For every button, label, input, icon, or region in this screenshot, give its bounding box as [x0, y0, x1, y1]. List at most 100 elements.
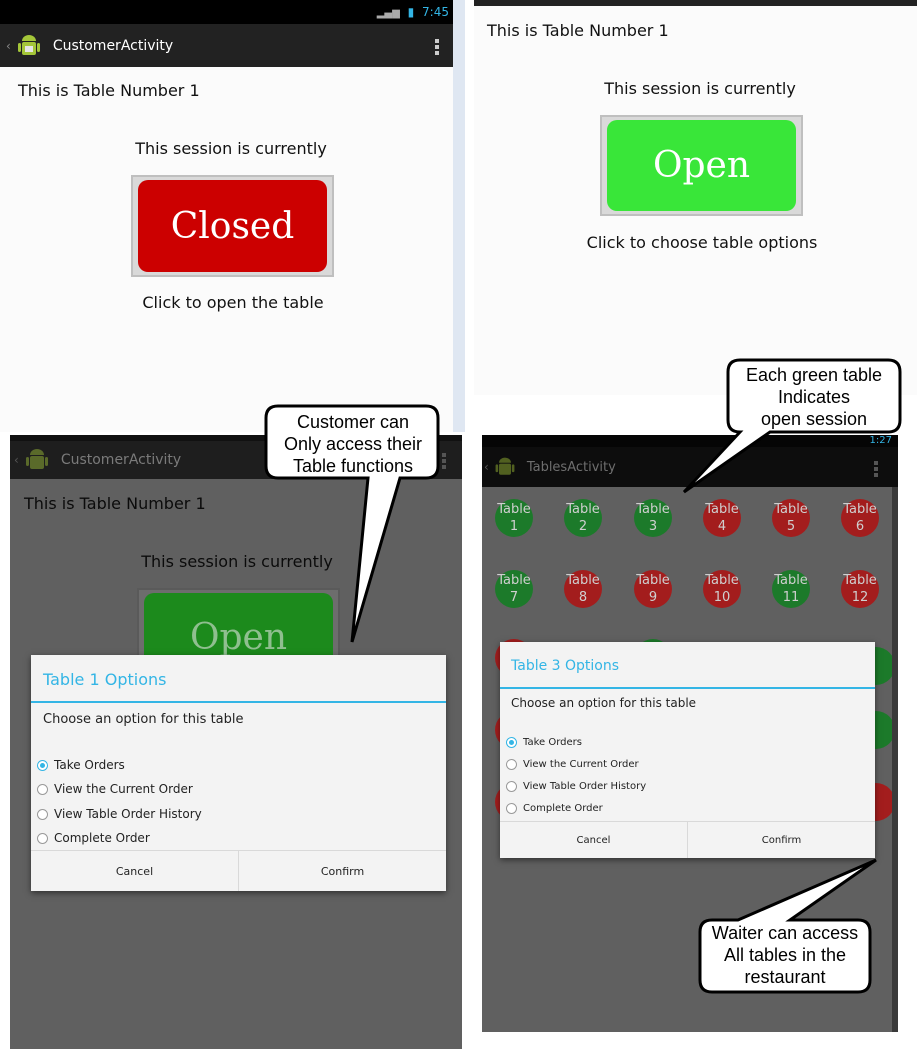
status-bar: ▂▄▆ ▮ 7:45 [0, 0, 453, 24]
table-word: Table [636, 573, 670, 588]
table-word: Table [566, 502, 600, 517]
customer-callout-text: Customer can Only access their Table fun… [268, 411, 438, 477]
table-word: Table [843, 502, 877, 517]
status-bar-edge [474, 0, 917, 6]
android-app-icon[interactable] [23, 446, 51, 474]
option-complete-order[interactable]: Complete Order [506, 803, 603, 814]
overflow-menu-icon[interactable] [435, 37, 439, 57]
radio-icon[interactable] [37, 832, 48, 844]
hint-label: Click to open the table [142, 293, 324, 312]
waiter-callout-text: Waiter can access All tables in the rest… [700, 922, 870, 988]
table-button-9[interactable]: Table 9 [634, 570, 672, 608]
callout-line: Each green table [745, 365, 883, 385]
screen-customer-closed: ▂▄▆ ▮ 7:45 ‹ CustomerActivity This is Ta… [0, 0, 453, 432]
right-edge-strip [892, 487, 898, 1032]
radio-icon[interactable] [506, 803, 517, 814]
callout-line: All tables in the [723, 945, 847, 965]
table-button-5[interactable]: Table 5 [772, 499, 810, 537]
option-take-orders[interactable]: Take Orders [37, 758, 125, 772]
session-label: This session is currently [604, 79, 796, 98]
table-button-2[interactable]: Table 2 [564, 499, 602, 537]
radio-icon[interactable] [506, 759, 517, 770]
table-word: Table [774, 502, 808, 517]
option-view-order-history[interactable]: View Table Order History [37, 807, 202, 821]
option-view-current-order[interactable]: View the Current Order [37, 782, 193, 796]
android-app-icon[interactable] [15, 32, 43, 60]
callout-line: Table functions [292, 456, 414, 476]
session-label: This session is currently [135, 139, 327, 158]
table-number: 3 [648, 519, 658, 534]
table-button-1[interactable]: Table 1 [495, 499, 533, 537]
radio-selected-icon[interactable] [37, 759, 48, 771]
dialog-message: Choose an option for this table [511, 696, 697, 710]
table-button-7[interactable]: Table 7 [495, 570, 533, 608]
dialog-title: Table 1 Options [43, 670, 167, 689]
table-number: 5 [786, 519, 796, 534]
option-view-order-history[interactable]: View Table Order History [506, 781, 646, 792]
table-number: 4 [717, 519, 727, 534]
table-button-10[interactable]: Table 10 [703, 570, 741, 608]
app-title: CustomerActivity [52, 37, 174, 54]
up-chevron-icon[interactable]: ‹ [6, 39, 11, 53]
table-word: Table [636, 502, 670, 517]
table-options-dialog: Table 1 Options Choose an option for thi… [31, 655, 446, 891]
table-word: Table [705, 502, 739, 517]
session-status-button[interactable]: Open [600, 115, 803, 216]
android-app-icon[interactable] [493, 455, 517, 479]
option-label: View Table Order History [523, 781, 647, 792]
option-view-current-order[interactable]: View the Current Order [506, 759, 639, 770]
table-number-label: This is Table Number 1 [24, 494, 206, 513]
status-bar: 1:27 [482, 435, 898, 447]
overflow-menu-icon[interactable] [442, 451, 446, 471]
radio-icon[interactable] [37, 808, 48, 820]
table-number: 1 [509, 519, 519, 534]
table-word: Table [497, 502, 531, 517]
table-number-label: This is Table Number 1 [18, 81, 200, 100]
confirm-button[interactable]: Confirm [687, 822, 875, 858]
confirm-button[interactable]: Confirm [238, 851, 446, 891]
radio-icon[interactable] [37, 783, 48, 795]
action-bar: ‹ TablesActivity [482, 447, 898, 487]
table-number: 10 [713, 590, 731, 605]
table-button-11[interactable]: Table 11 [772, 570, 810, 608]
battery-icon: ▮ [407, 5, 415, 19]
background-window-strip [453, 0, 465, 432]
table-button-6[interactable]: Table 6 [841, 499, 879, 537]
status-time: 1:27 [869, 435, 892, 446]
option-label: Complete Order [54, 831, 150, 845]
table-button-3[interactable]: Table 3 [634, 499, 672, 537]
table-button-12[interactable]: Table 12 [841, 570, 879, 608]
table-number: 9 [648, 590, 658, 605]
option-label: View the Current Order [54, 782, 193, 796]
signal-icon: ▂▄▆ [376, 8, 400, 19]
closed-status-label: Closed [138, 180, 327, 272]
table-number-label: This is Table Number 1 [487, 21, 669, 40]
app-title: CustomerActivity [60, 452, 182, 468]
up-chevron-icon[interactable]: ‹ [484, 460, 489, 474]
callout-line: Indicates [777, 387, 851, 407]
dialog-message: Choose an option for this table [43, 712, 244, 727]
overflow-menu-icon[interactable] [874, 459, 878, 479]
table-button-4[interactable]: Table 4 [703, 499, 741, 537]
option-label: View the Current Order [523, 759, 639, 770]
session-status-button[interactable]: Closed [131, 175, 334, 277]
table-button-8[interactable]: Table 8 [564, 570, 602, 608]
radio-icon[interactable] [506, 781, 517, 792]
cancel-button[interactable]: Cancel [500, 822, 687, 858]
table-word: Table [774, 573, 808, 588]
dialog-button-bar: Cancel Confirm [500, 821, 875, 858]
callout-line: Customer can [296, 412, 410, 432]
table-number: 2 [578, 519, 588, 534]
up-chevron-icon[interactable]: ‹ [14, 453, 19, 467]
table-word: Table [843, 573, 877, 588]
dialog-button-bar: Cancel Confirm [31, 850, 446, 891]
session-label: This session is currently [141, 552, 333, 571]
option-label: Take Orders [523, 737, 582, 748]
table-word: Table [705, 573, 739, 588]
cancel-button[interactable]: Cancel [31, 851, 238, 891]
option-take-orders[interactable]: Take Orders [506, 737, 582, 748]
radio-selected-icon[interactable] [506, 737, 517, 748]
callout-line: Only access their [283, 434, 423, 454]
option-complete-order[interactable]: Complete Order [37, 831, 150, 845]
screen-customer-open: This is Table Number 1 This session is c… [474, 0, 917, 395]
